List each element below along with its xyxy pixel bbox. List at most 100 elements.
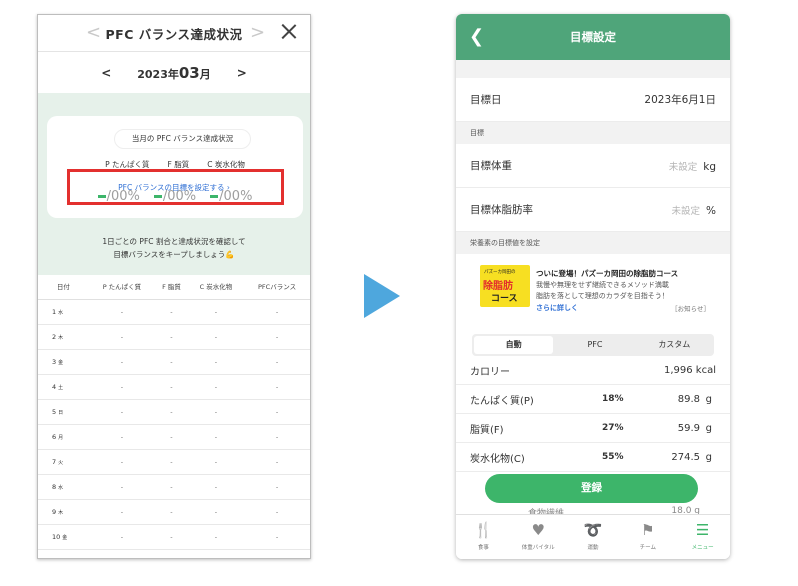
empty-cell: -: [155, 424, 188, 450]
day-number: 5: [52, 407, 57, 416]
day-of-week: 金: [62, 534, 68, 541]
tab-label: メニュー: [691, 545, 714, 551]
arrow-icon: [364, 274, 400, 318]
tab-meal[interactable]: 🍴 食事: [456, 515, 511, 559]
day-cell: 11土: [38, 549, 89, 559]
promo-tag: ［お知らせ］: [671, 305, 710, 313]
tab-menu[interactable]: ☰ メニュー: [675, 515, 730, 559]
empty-cell: -: [155, 299, 188, 325]
day-number: 11: [52, 558, 60, 559]
hint-text: 1日ごとの PFC 割合と達成状況を確認して 目標バランスをキープしましょう💪: [38, 235, 310, 261]
col-balance: PFCバランス: [244, 273, 310, 300]
empty-cell: -: [187, 499, 245, 525]
empty-cell: -: [88, 399, 156, 425]
empty-cell: -: [155, 349, 188, 375]
target-bodyfat-value: 未設定: [671, 205, 701, 217]
prev-chevron-icon[interactable]: <: [86, 22, 101, 43]
day-of-week: 水: [58, 484, 64, 491]
promo-text: 我慢や無理をせず継続できるメソッド満載: [536, 281, 669, 289]
empty-cell: -: [155, 399, 188, 425]
table-row[interactable]: 5日----: [38, 399, 310, 425]
empty-cell: -: [187, 474, 245, 500]
carb-amount: 274.5: [671, 451, 700, 463]
empty-cell: -: [88, 474, 156, 500]
promo-banner[interactable]: パズーカ岡田の 除脂肪 コース ついに登場！パズーカ岡田の除脂肪コース 我慢や無…: [456, 254, 730, 326]
empty-cell: -: [187, 524, 245, 550]
tab-label: 食事: [477, 545, 489, 551]
day-cell: 5日: [38, 399, 89, 425]
day-of-week: 水: [58, 309, 64, 316]
seg-pfc[interactable]: PFC: [555, 334, 634, 356]
day-of-week: 火: [58, 459, 64, 466]
prev-month-button[interactable]: <: [101, 66, 111, 80]
day-of-week: 月: [58, 434, 64, 441]
empty-cell: -: [187, 424, 245, 450]
empty-cell: -: [187, 399, 245, 425]
heart-pulse-icon: ♥: [531, 521, 545, 539]
tab-weight-vital[interactable]: ♥ 体重バイタル: [511, 515, 566, 559]
col-protein: P たんぱく質: [88, 273, 156, 300]
empty-cell: -: [187, 449, 245, 475]
empty-cell: -: [155, 549, 188, 558]
close-icon[interactable]: [281, 24, 296, 39]
empty-cell: -: [187, 549, 245, 558]
gram-unit: g: [705, 422, 712, 434]
calorie-row: カロリー 1,996 kcal: [456, 356, 730, 385]
logo-text: 除脂肪: [483, 281, 513, 292]
pfc-status-screen: < PFC バランス達成状況 > < 2023年03月 > 当月の PFC バラ…: [37, 14, 311, 559]
spacer: [456, 60, 730, 78]
table-row[interactable]: 2木----: [38, 324, 310, 350]
current-month: 2023年03月: [137, 64, 211, 82]
empty-cell: -: [88, 549, 156, 558]
register-button[interactable]: 登録: [485, 474, 698, 503]
month-suffix: 月: [199, 68, 211, 81]
day-cell: 1水: [38, 299, 89, 325]
day-of-week: 木: [58, 334, 64, 341]
table-row[interactable]: 3金----: [38, 349, 310, 375]
seg-custom[interactable]: カスタム: [635, 334, 714, 356]
tab-exercise[interactable]: ➰ 運動: [566, 515, 621, 559]
day-cell: 8水: [38, 474, 89, 500]
target-date-row[interactable]: 目標日 2023年6月1日: [456, 78, 730, 122]
empty-cell: -: [244, 324, 310, 350]
page-title: 目標設定: [570, 30, 616, 44]
empty-cell: -: [187, 374, 245, 400]
empty-cell: -: [155, 449, 188, 475]
target-bodyfat-row[interactable]: 目標体脂肪率 未設定%: [456, 188, 730, 232]
empty-cell: -: [244, 374, 310, 400]
day-cell: 3金: [38, 349, 89, 375]
next-month-button[interactable]: >: [237, 66, 247, 80]
empty-cell: -: [88, 499, 156, 525]
table-row[interactable]: 8水----: [38, 474, 310, 500]
table-row[interactable]: 1水----: [38, 299, 310, 325]
tab-label: チーム: [639, 545, 656, 551]
empty-cell: -: [155, 324, 188, 350]
gram-unit: g: [705, 451, 712, 463]
protein-amount: 89.8: [677, 393, 700, 405]
runner-icon: ➰: [583, 521, 603, 539]
day-number: 3: [52, 357, 57, 366]
table-row[interactable]: 10 金 - - - -: [38, 524, 310, 550]
empty-cell: -: [155, 374, 188, 400]
tab-team[interactable]: ⚑ チーム: [620, 515, 675, 559]
hint-line: 1日ごとの PFC 割合と達成状況を確認して: [102, 237, 246, 246]
day-of-week: 土: [58, 384, 64, 391]
table-row[interactable]: 4土----: [38, 374, 310, 400]
day-cell: 7火: [38, 449, 89, 475]
table-row[interactable]: 7火----: [38, 449, 310, 475]
empty-cell: -: [155, 474, 188, 500]
day-cell: 4土: [38, 374, 89, 400]
target-weight-row[interactable]: 目標体重 未設定 kg: [456, 144, 730, 188]
table-row[interactable]: 6月----: [38, 424, 310, 450]
table-row[interactable]: 11土----: [38, 549, 310, 559]
target-bodyfat-field: 未設定%: [672, 203, 717, 217]
seg-auto[interactable]: 自動: [474, 336, 554, 354]
empty-cell: -: [155, 499, 188, 525]
empty-cell: -: [187, 299, 245, 325]
empty-cell: -: [244, 349, 310, 375]
empty-cell: -: [244, 449, 310, 475]
promo-more-link[interactable]: さらに詳しく: [536, 303, 578, 313]
protein-pct: 18%: [602, 394, 624, 404]
table-row[interactable]: 9木----: [38, 499, 310, 525]
next-chevron-icon[interactable]: >: [250, 22, 265, 43]
